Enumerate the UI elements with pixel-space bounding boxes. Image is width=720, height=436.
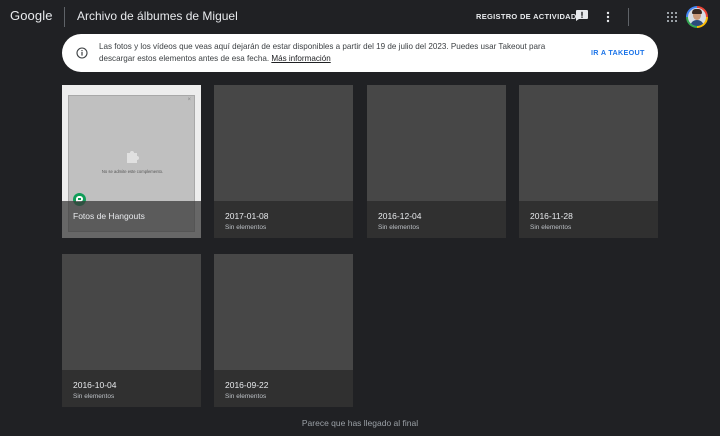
close-icon[interactable]: × bbox=[187, 97, 191, 103]
album-card[interactable]: 2016-09-22 Sin elementos bbox=[214, 254, 353, 407]
google-logo[interactable]: Google bbox=[10, 8, 53, 23]
apps-icon[interactable] bbox=[667, 12, 677, 22]
deprecation-banner: Las fotos y los vídeos que veas aquí dej… bbox=[62, 34, 658, 72]
avatar-image bbox=[688, 8, 706, 26]
puzzle-icon bbox=[127, 151, 139, 163]
go-to-takeout-button[interactable]: IR A TAKEOUT bbox=[591, 48, 645, 57]
album-count: Sin elementos bbox=[225, 224, 267, 231]
album-name: 2016-11-28 bbox=[530, 211, 573, 221]
album-name: 2017-01-08 bbox=[225, 211, 269, 221]
album-card[interactable]: × No se admite este complemento. Fotos d… bbox=[62, 85, 201, 238]
album-caption: Fotos de Hangouts bbox=[62, 201, 201, 238]
album-card[interactable]: 2016-12-04 Sin elementos bbox=[367, 85, 506, 238]
album-caption: 2016-09-22 Sin elementos bbox=[214, 370, 353, 407]
header-divider-right bbox=[628, 8, 629, 26]
album-card[interactable]: 2016-11-28 Sin elementos bbox=[519, 85, 658, 238]
album-count: Sin elementos bbox=[378, 224, 420, 231]
album-count: Sin elementos bbox=[73, 393, 115, 400]
activity-log-button[interactable]: REGISTRO DE ACTIVIDAD bbox=[476, 12, 577, 21]
page-title: Archivo de álbumes de Miguel bbox=[77, 9, 238, 23]
album-name: 2016-10-04 bbox=[73, 380, 117, 390]
header-divider bbox=[64, 7, 65, 27]
album-name: 2016-09-22 bbox=[225, 380, 269, 390]
learn-more-link[interactable]: Más información bbox=[271, 54, 330, 63]
album-count: Sin elementos bbox=[225, 393, 267, 400]
more-vert-icon[interactable] bbox=[604, 10, 612, 24]
album-card[interactable]: 2016-10-04 Sin elementos bbox=[62, 254, 201, 407]
end-of-list-message: Parece que has llegado al final bbox=[301, 418, 419, 428]
top-bar: Google Archivo de álbumes de Miguel REGI… bbox=[0, 0, 720, 34]
feedback-icon[interactable] bbox=[576, 10, 588, 21]
album-name: 2016-12-04 bbox=[378, 211, 422, 221]
album-caption: 2016-12-04 Sin elementos bbox=[367, 201, 506, 238]
info-icon bbox=[76, 47, 88, 59]
avatar[interactable] bbox=[686, 6, 708, 28]
album-count: Sin elementos bbox=[530, 224, 572, 231]
album-caption: 2017-01-08 Sin elementos bbox=[214, 201, 353, 238]
plugin-message: No se admite este complemento. bbox=[101, 169, 164, 174]
banner-message: Las fotos y los vídeos que veas aquí dej… bbox=[99, 41, 574, 65]
album-card[interactable]: 2017-01-08 Sin elementos bbox=[214, 85, 353, 238]
album-caption: 2016-11-28 Sin elementos bbox=[519, 201, 658, 238]
album-caption: 2016-10-04 Sin elementos bbox=[62, 370, 201, 407]
album-name: Fotos de Hangouts bbox=[73, 211, 145, 221]
